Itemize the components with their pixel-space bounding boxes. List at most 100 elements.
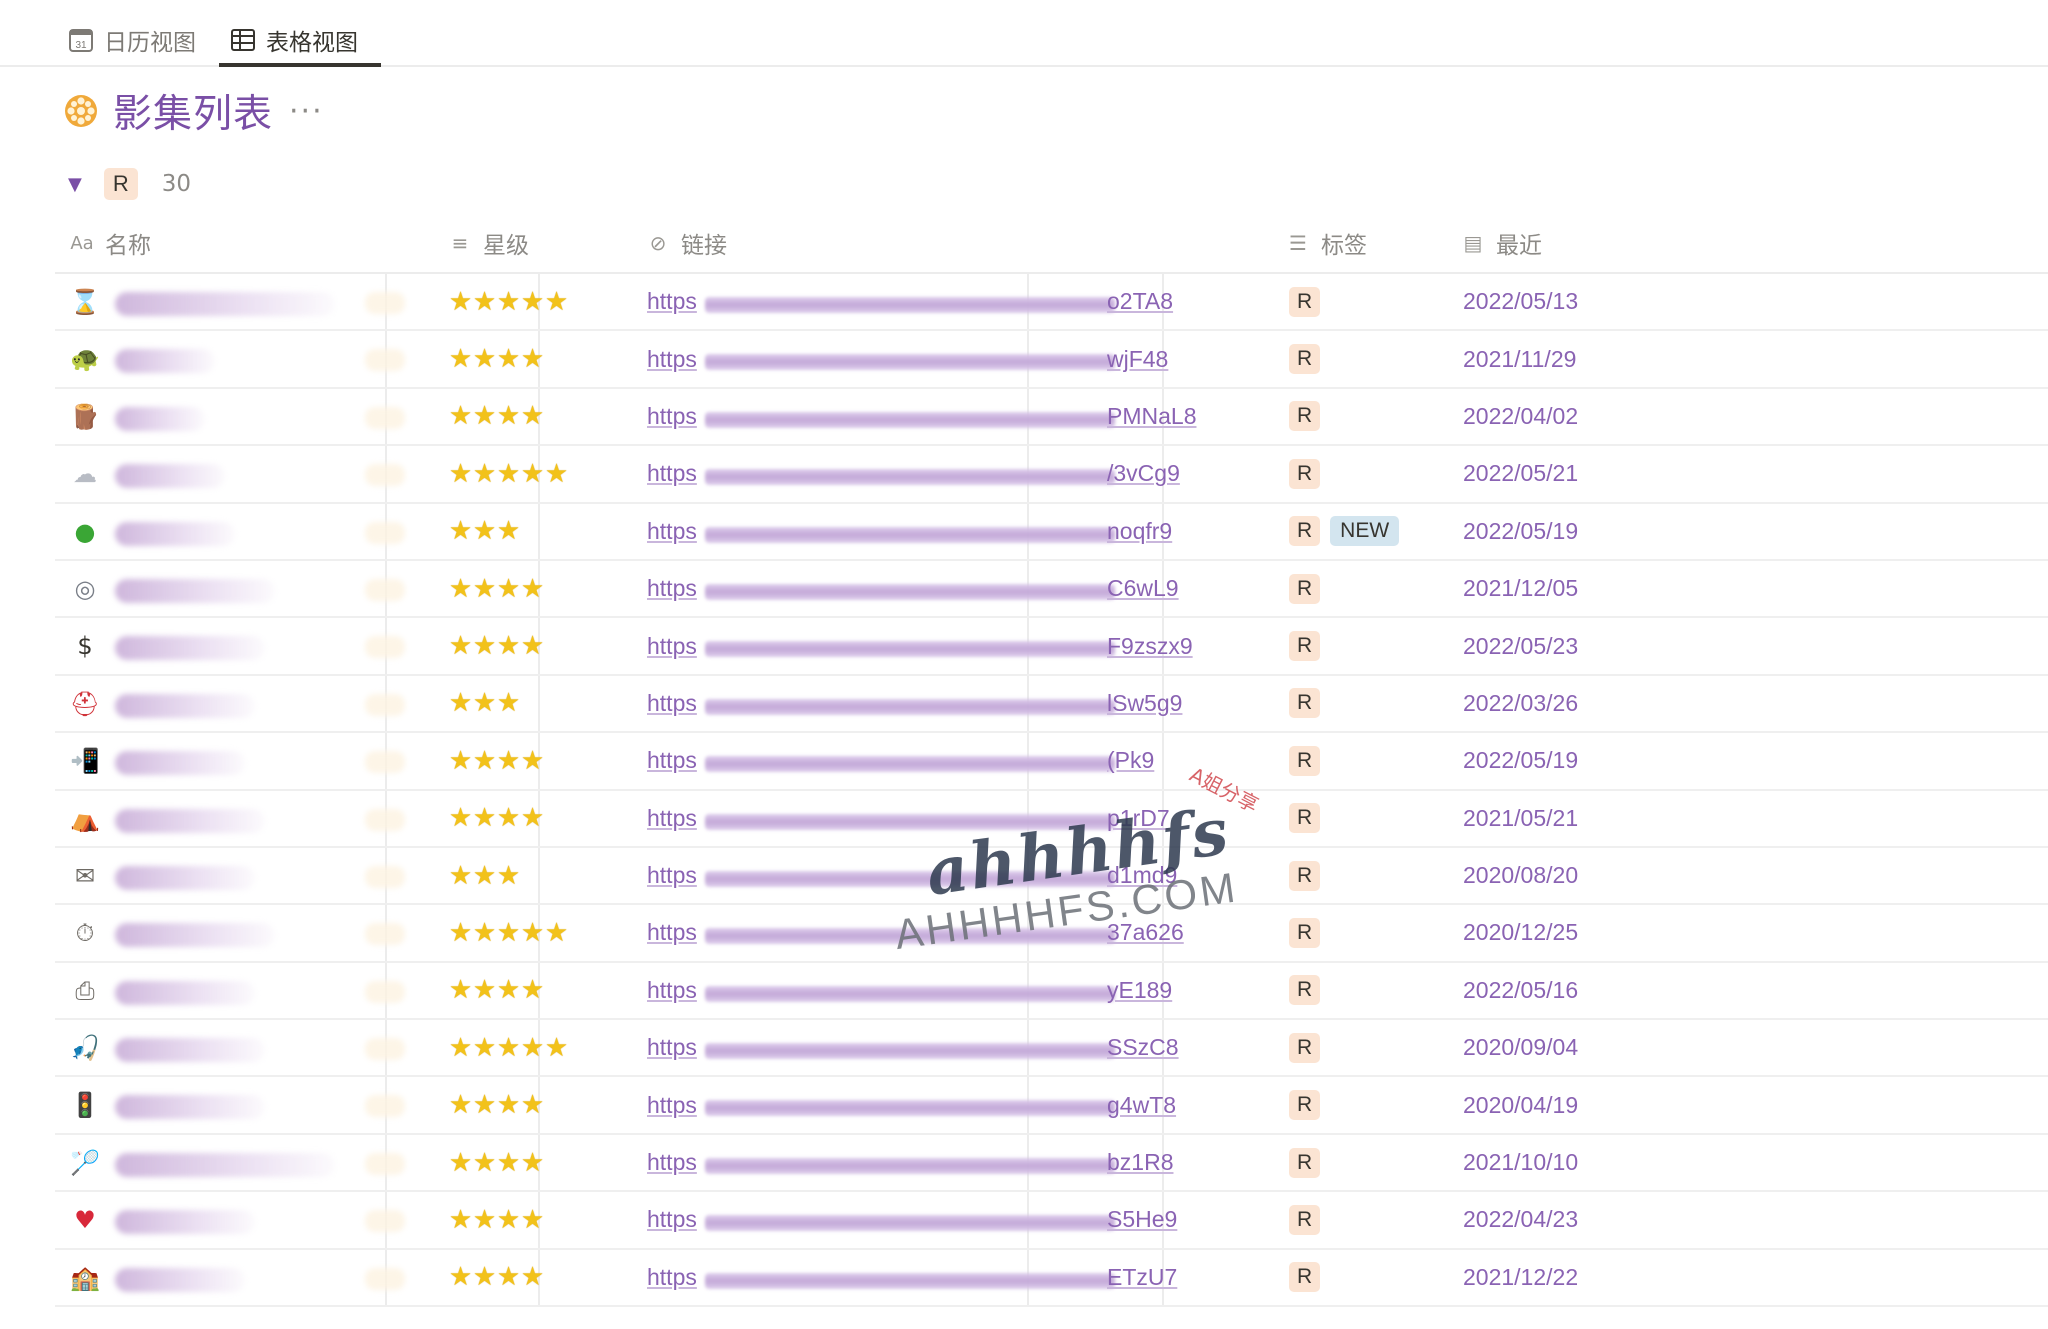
link-prefix[interactable]: https: [647, 1149, 697, 1176]
rating-cell[interactable]: ★ ★ ★ ★ ★: [448, 905, 568, 960]
tags-cell[interactable]: R: [1289, 1020, 1321, 1075]
rating-cell[interactable]: ★ ★ ★ ★: [448, 1192, 544, 1247]
link-suffix[interactable]: p1rD7: [1107, 791, 1170, 846]
page-title[interactable]: 影集列表: [113, 83, 273, 139]
name-cell-redacted[interactable]: [115, 349, 215, 374]
link-prefix[interactable]: https: [647, 747, 697, 774]
date-cell[interactable]: 2021/05/21: [1463, 791, 1578, 846]
link-suffix[interactable]: yE189: [1107, 963, 1172, 1018]
school-icon[interactable]: 🏫: [69, 1262, 101, 1294]
more-options-button[interactable]: ···: [289, 94, 324, 129]
date-cell[interactable]: 2022/04/02: [1463, 389, 1578, 444]
link-suffix[interactable]: o2TA8: [1107, 274, 1173, 329]
name-cell-redacted[interactable]: [115, 578, 275, 603]
rating-cell[interactable]: ★ ★ ★ ★ ★: [448, 1020, 568, 1075]
link-suffix[interactable]: /3vCg9: [1107, 446, 1180, 501]
name-cell-redacted[interactable]: [115, 1152, 335, 1177]
name-cell-redacted[interactable]: [115, 865, 255, 890]
link-prefix[interactable]: https: [647, 288, 697, 315]
column-header-tags[interactable]: ☰ 标签: [1285, 214, 1367, 272]
link-prefix[interactable]: https: [647, 403, 697, 430]
fishing-icon[interactable]: 🎣: [69, 1032, 101, 1064]
rating-cell[interactable]: ★ ★ ★ ★: [448, 618, 544, 673]
date-cell[interactable]: 2022/05/13: [1463, 274, 1578, 329]
tags-cell[interactable]: R: [1289, 676, 1321, 731]
table-row[interactable]: ◎ ★ ★ ★ ★ https C6wL9 R 2021/12/05: [55, 560, 2048, 619]
rating-cell[interactable]: ★ ★ ★ ★ ★: [448, 446, 568, 501]
link-suffix[interactable]: ETzU7: [1107, 1250, 1177, 1305]
tags-cell[interactable]: R: [1289, 963, 1321, 1018]
tags-cell[interactable]: R: [1289, 389, 1321, 444]
link-suffix[interactable]: noqfr9: [1107, 504, 1172, 559]
link-suffix[interactable]: F9zszx9: [1107, 618, 1193, 673]
dollar-icon[interactable]: $: [69, 630, 101, 662]
tags-cell[interactable]: R: [1289, 791, 1321, 846]
date-cell[interactable]: 2021/11/29: [1463, 331, 1576, 386]
tab-calendar-view[interactable]: 31 日历视图: [68, 14, 196, 66]
date-cell[interactable]: 2022/05/23: [1463, 618, 1578, 673]
film-reel-icon[interactable]: [63, 93, 99, 129]
column-header-recent[interactable]: ▤ 最近: [1460, 214, 1542, 272]
name-cell-redacted[interactable]: [115, 1038, 265, 1063]
rating-cell[interactable]: ★ ★ ★ ★ ★: [448, 274, 568, 329]
link-prefix[interactable]: https: [647, 460, 697, 487]
link-prefix[interactable]: https: [647, 862, 697, 889]
name-cell-redacted[interactable]: [115, 808, 265, 833]
link-prefix[interactable]: https: [647, 1034, 697, 1061]
stopwatch-icon[interactable]: ⏱: [69, 917, 101, 949]
tags-cell[interactable]: R: [1289, 1077, 1321, 1132]
table-row[interactable]: 🏫 ★ ★ ★ ★ https ETzU7 R 2021/12/22: [55, 1249, 2048, 1308]
link-suffix[interactable]: (Pk9: [1107, 733, 1154, 788]
name-cell-redacted[interactable]: [115, 292, 335, 316]
link-prefix[interactable]: https: [647, 633, 697, 660]
name-cell-redacted[interactable]: [115, 1095, 265, 1120]
rating-cell[interactable]: ★ ★ ★ ★: [448, 331, 544, 386]
tags-cell[interactable]: R: [1289, 733, 1321, 788]
link-prefix[interactable]: https: [647, 518, 697, 545]
link-prefix[interactable]: https: [647, 977, 697, 1004]
goggles-icon[interactable]: ◎: [69, 573, 101, 605]
rating-cell[interactable]: ★ ★ ★: [448, 676, 520, 731]
link-prefix[interactable]: https: [647, 346, 697, 373]
phone-arrow-icon[interactable]: 📲: [69, 745, 101, 777]
tags-cell[interactable]: R: [1289, 848, 1321, 903]
link-prefix[interactable]: https: [647, 1092, 697, 1119]
link-suffix[interactable]: C6wL9: [1107, 561, 1179, 616]
rating-cell[interactable]: ★ ★ ★ ★: [448, 733, 544, 788]
link-prefix[interactable]: https: [647, 1264, 697, 1291]
link-suffix[interactable]: 37a626: [1107, 905, 1184, 960]
date-cell[interactable]: 2020/04/19: [1463, 1077, 1578, 1132]
table-row[interactable]: 🏸 ★ ★ ★ ★ https bz1R8 R 2021/10/10: [55, 1134, 2048, 1193]
table-row[interactable]: 📲 ★ ★ ★ ★ https (Pk9 R 2022/05/19: [55, 733, 2048, 791]
helmet-icon[interactable]: ⛑: [69, 688, 101, 720]
date-cell[interactable]: 2020/09/04: [1463, 1020, 1578, 1075]
table-row[interactable]: ⌛ ★ ★ ★ ★ ★ https o2TA8 R 2022/05/13: [55, 274, 2048, 332]
date-cell[interactable]: 2022/05/19: [1463, 504, 1578, 559]
heart-icon[interactable]: ♥: [69, 1204, 101, 1236]
link-prefix[interactable]: https: [647, 805, 697, 832]
rating-cell[interactable]: ★ ★ ★ ★: [448, 1135, 544, 1190]
tags-cell[interactable]: R: [1289, 331, 1321, 386]
tent-icon[interactable]: ⛺: [69, 803, 101, 835]
tags-cell[interactable]: R: [1289, 1135, 1321, 1190]
date-cell[interactable]: 2022/05/16: [1463, 963, 1578, 1018]
table-row[interactable]: ⏱ ★ ★ ★ ★ ★ https 37a626 R 2020/12/25: [55, 905, 2048, 963]
name-cell-redacted[interactable]: [115, 464, 225, 489]
date-cell[interactable]: 2021/12/05: [1463, 561, 1578, 616]
table-row[interactable]: ✉ ★ ★ ★ https d1md9 R 2020/08/20: [55, 847, 2048, 906]
tags-cell[interactable]: R: [1289, 1192, 1321, 1247]
rating-cell[interactable]: ★ ★ ★ ★: [448, 1250, 544, 1305]
date-cell[interactable]: 2022/04/23: [1463, 1192, 1578, 1247]
date-cell[interactable]: 2022/03/26: [1463, 676, 1578, 731]
printer-icon[interactable]: ⎙: [69, 975, 101, 1007]
link-prefix[interactable]: https: [647, 690, 697, 717]
column-header-rating[interactable]: ≡ 星级: [447, 214, 529, 272]
group-toggle-button[interactable]: ▼: [68, 174, 82, 195]
tab-table-view[interactable]: 表格视图: [230, 14, 358, 66]
rating-cell[interactable]: ★ ★ ★: [448, 848, 520, 903]
name-cell-redacted[interactable]: [115, 980, 255, 1005]
racket-icon[interactable]: 🏸: [69, 1147, 101, 1179]
name-cell-redacted[interactable]: [115, 923, 275, 948]
table-row[interactable]: ♥ ★ ★ ★ ★ https S5He9 R 2022/04/23: [55, 1192, 2048, 1250]
link-prefix[interactable]: https: [647, 575, 697, 602]
